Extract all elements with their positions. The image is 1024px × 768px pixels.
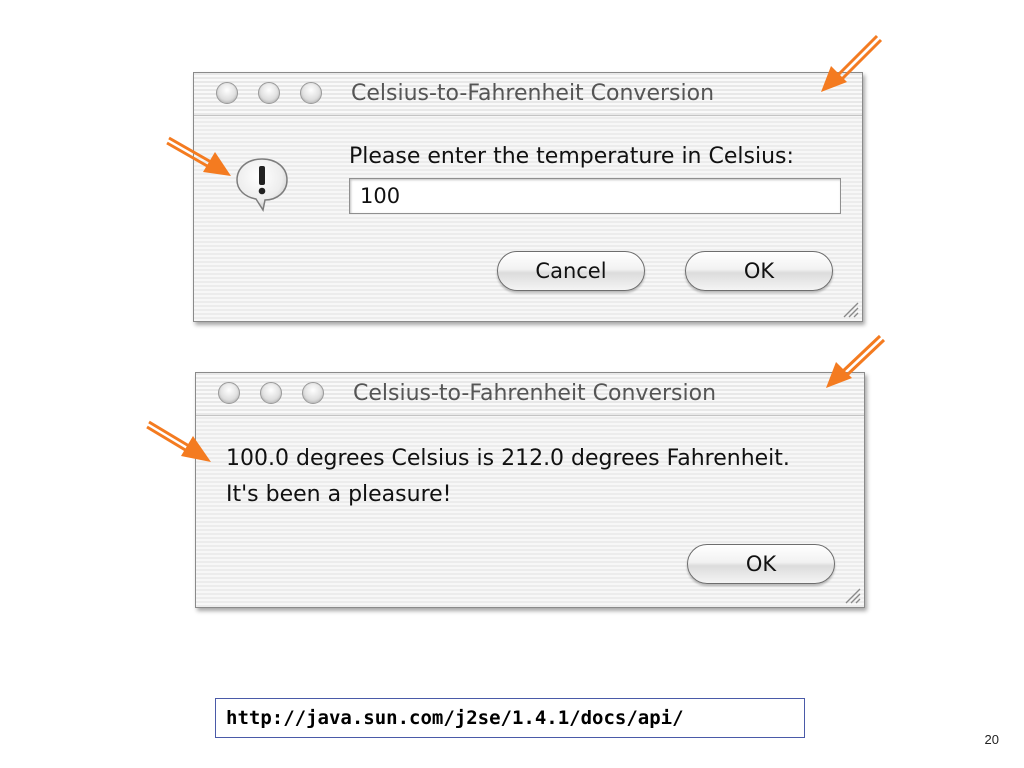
minimize-window-button[interactable] — [260, 382, 282, 404]
api-docs-url[interactable]: http://java.sun.com/j2se/1.4.1/docs/api/ — [215, 698, 805, 738]
close-window-button[interactable] — [218, 382, 240, 404]
message-dialog-window: Celsius-to-Fahrenheit Conversion 100.0 d… — [195, 372, 865, 608]
conversion-result-text: 100.0 degrees Celsius is 212.0 degrees F… — [226, 446, 790, 471]
input-dialog-window: Celsius-to-Fahrenheit Conversion Please … — [193, 72, 863, 322]
zoom-window-button[interactable] — [302, 382, 324, 404]
alert-exclamation-icon — [236, 158, 288, 212]
close-window-button[interactable] — [216, 82, 238, 104]
message-dialog-titlebar[interactable]: Celsius-to-Fahrenheit Conversion — [196, 373, 864, 416]
input-dialog-titlebar[interactable]: Celsius-to-Fahrenheit Conversion — [194, 73, 862, 116]
zoom-window-button[interactable] — [300, 82, 322, 104]
resize-grip-icon[interactable] — [840, 583, 862, 605]
callout-arrow-icon — [821, 34, 883, 92]
resize-grip-icon[interactable] — [838, 297, 860, 319]
callout-arrow-icon — [146, 420, 211, 462]
callout-arrow-icon — [826, 334, 886, 388]
farewell-text: It's been a pleasure! — [226, 482, 452, 507]
minimize-window-button[interactable] — [258, 82, 280, 104]
input-dialog-title: Celsius-to-Fahrenheit Conversion — [351, 81, 715, 106]
callout-arrow-icon — [166, 136, 231, 176]
ok-button[interactable]: OK — [687, 544, 835, 584]
slide: Celsius-to-Fahrenheit Conversion Please … — [0, 0, 1024, 768]
celsius-input-field[interactable]: 100 — [349, 178, 841, 214]
message-dialog-title: Celsius-to-Fahrenheit Conversion — [353, 381, 717, 406]
cancel-button[interactable]: Cancel — [497, 251, 645, 291]
temperature-prompt: Please enter the temperature in Celsius: — [349, 144, 794, 169]
ok-button[interactable]: OK — [685, 251, 833, 291]
page-number: 20 — [984, 732, 999, 747]
